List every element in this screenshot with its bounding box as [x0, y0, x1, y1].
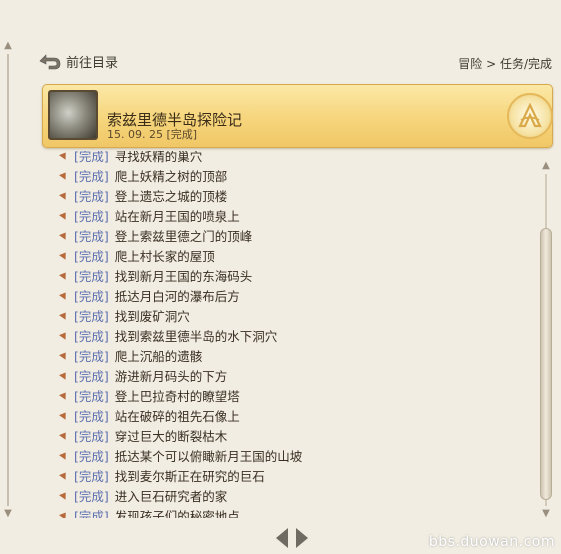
item-text: 登上索兹里德之门的顶峰 — [114, 228, 253, 244]
item-status: [完成] — [74, 388, 109, 404]
item-text: 发现孩子们的秘密地点 — [114, 508, 240, 519]
item-status: [完成] — [74, 448, 109, 464]
list-item: [完成] 找到新月王国的东海码头 — [58, 265, 252, 285]
quill-bullet-icon — [59, 170, 69, 180]
list-item: [完成] 抵达月白河的瀑布后方 — [58, 285, 240, 305]
pager — [276, 528, 308, 548]
item-text: 抵达月白河的瀑布后方 — [114, 288, 240, 304]
item-text: 寻找妖精的巢穴 — [114, 151, 203, 164]
quill-bullet-icon — [59, 490, 69, 500]
item-text: 爬上妖精之树的顶部 — [114, 168, 228, 184]
scroll-up-icon[interactable]: ▲ — [2, 40, 14, 52]
item-status: [完成] — [74, 248, 109, 264]
item-status: [完成] — [74, 208, 109, 224]
top-bar: 前往目录 冒险 > 任务/完成 — [38, 50, 552, 74]
item-text: 登上巴拉奇村的瞭望塔 — [114, 388, 240, 404]
quill-bullet-icon — [59, 310, 69, 320]
list-item: [完成] 登上巴拉奇村的瞭望塔 — [58, 385, 240, 405]
quill-bullet-icon — [59, 210, 69, 220]
list-item: [完成] 找到索兹里德半岛的水下洞穴 — [58, 325, 277, 345]
item-status: [完成] — [74, 288, 109, 304]
item-text: 抵达某个可以俯瞰新月王国的山坡 — [114, 448, 303, 464]
item-text: 登上遗忘之城的顶楼 — [114, 188, 228, 204]
quill-bullet-icon — [59, 330, 69, 340]
quill-bullet-icon — [59, 370, 69, 380]
quill-bullet-icon — [59, 290, 69, 300]
list-item: [完成] 爬上村长家的屋顶 — [58, 245, 215, 265]
scroll-down-icon[interactable]: ▼ — [2, 508, 14, 520]
list-item: [完成] 找到废矿洞穴 — [58, 305, 190, 325]
list-item: [完成] 发现孩子们的秘密地点 — [58, 505, 240, 518]
item-status: [完成] — [74, 188, 109, 204]
quill-bullet-icon — [59, 250, 69, 260]
item-text: 爬上村长家的屋顶 — [114, 248, 215, 264]
item-status: [完成] — [74, 488, 109, 504]
back-to-index-button[interactable]: 前往目录 — [38, 52, 118, 71]
quill-bullet-icon — [59, 470, 69, 480]
breadcrumb: 冒险 > 任务/完成 — [458, 57, 552, 71]
item-status: [完成] — [74, 508, 109, 519]
item-text: 穿过巨大的断裂枯木 — [114, 428, 228, 444]
item-status: [完成] — [74, 328, 109, 344]
quest-header-card: 索兹里德半岛探险记 15. 09. 25 [完成] — [42, 84, 553, 148]
list-item: [完成] 登上遗忘之城的顶楼 — [58, 185, 227, 205]
item-text: 找到索兹里德半岛的水下洞穴 — [114, 328, 278, 344]
item-text: 游进新月码头的下方 — [114, 368, 228, 384]
list-item: [完成] 寻找妖精的巢穴 — [58, 151, 202, 165]
scroll-up-icon[interactable]: ▲ — [540, 160, 552, 172]
item-status: [完成] — [74, 428, 109, 444]
quill-bullet-icon — [59, 230, 69, 240]
next-page-icon[interactable] — [296, 528, 308, 548]
item-status: [完成] — [74, 228, 109, 244]
item-text: 站在破碎的祖先石像上 — [114, 408, 240, 424]
item-status: [完成] — [74, 151, 109, 164]
list-item: [完成] 站在新月王国的喷泉上 — [58, 205, 240, 225]
quill-bullet-icon — [59, 390, 69, 400]
list-scrollbar[interactable]: ▲ ▼ — [540, 160, 552, 520]
list-item: [完成] 站在破碎的祖先石像上 — [58, 405, 240, 425]
item-text: 进入巨石研究者的家 — [114, 488, 228, 504]
item-text: 站在新月王国的喷泉上 — [114, 208, 240, 224]
quill-bullet-icon — [59, 190, 69, 200]
quill-bullet-icon — [59, 270, 69, 280]
list-item: [完成] 游进新月码头的下方 — [58, 365, 227, 385]
quest-image-icon — [48, 90, 98, 140]
list-item: [完成] 登上索兹里德之门的顶峰 — [58, 225, 252, 245]
item-status: [完成] — [74, 268, 109, 284]
item-text: 找到麦尔斯正在研究的巨石 — [114, 468, 265, 484]
outer-scrollbar[interactable]: ▲ ▼ — [2, 40, 14, 520]
quill-bullet-icon — [59, 510, 69, 518]
item-status: [完成] — [74, 308, 109, 324]
item-text: 爬上沉船的遗骸 — [114, 348, 203, 364]
item-text: 找到废矿洞穴 — [114, 308, 190, 324]
prev-page-icon[interactable] — [276, 528, 288, 548]
back-label: 前往目录 — [66, 56, 119, 71]
item-status: [完成] — [74, 348, 109, 364]
item-status: [完成] — [74, 168, 109, 184]
item-status: [完成] — [74, 368, 109, 384]
archeage-emblem-icon — [507, 93, 553, 139]
scroll-thumb[interactable] — [540, 228, 552, 500]
list-item: [完成] 穿过巨大的断裂枯木 — [58, 425, 227, 445]
list-item: [完成] 爬上沉船的遗骸 — [58, 345, 202, 365]
scroll-down-icon[interactable]: ▼ — [540, 508, 552, 520]
list-item: [完成] 进入巨石研究者的家 — [58, 485, 227, 505]
scroll-track — [7, 54, 9, 506]
watermark: bbs.duowan.com — [428, 534, 555, 550]
quill-bullet-icon — [59, 151, 69, 160]
quest-list: [完成] 寻找妖精的巢穴 [完成] 爬上妖精之树的顶部 [完成] 登上遗忘之城的… — [58, 151, 538, 518]
list-item: [完成] 抵达某个可以俯瞰新月王国的山坡 — [58, 445, 302, 465]
item-text: 找到新月王国的东海码头 — [114, 268, 253, 284]
quill-bullet-icon — [59, 430, 69, 440]
item-status: [完成] — [74, 468, 109, 484]
list-item: [完成] 找到麦尔斯正在研究的巨石 — [58, 465, 265, 485]
quest-date-status: 15. 09. 25 [完成] — [107, 128, 198, 141]
quill-bullet-icon — [59, 410, 69, 420]
quill-bullet-icon — [59, 450, 69, 460]
back-arrow-icon — [38, 53, 62, 71]
list-item: [完成] 爬上妖精之树的顶部 — [58, 165, 227, 185]
quill-bullet-icon — [59, 350, 69, 360]
item-status: [完成] — [74, 408, 109, 424]
